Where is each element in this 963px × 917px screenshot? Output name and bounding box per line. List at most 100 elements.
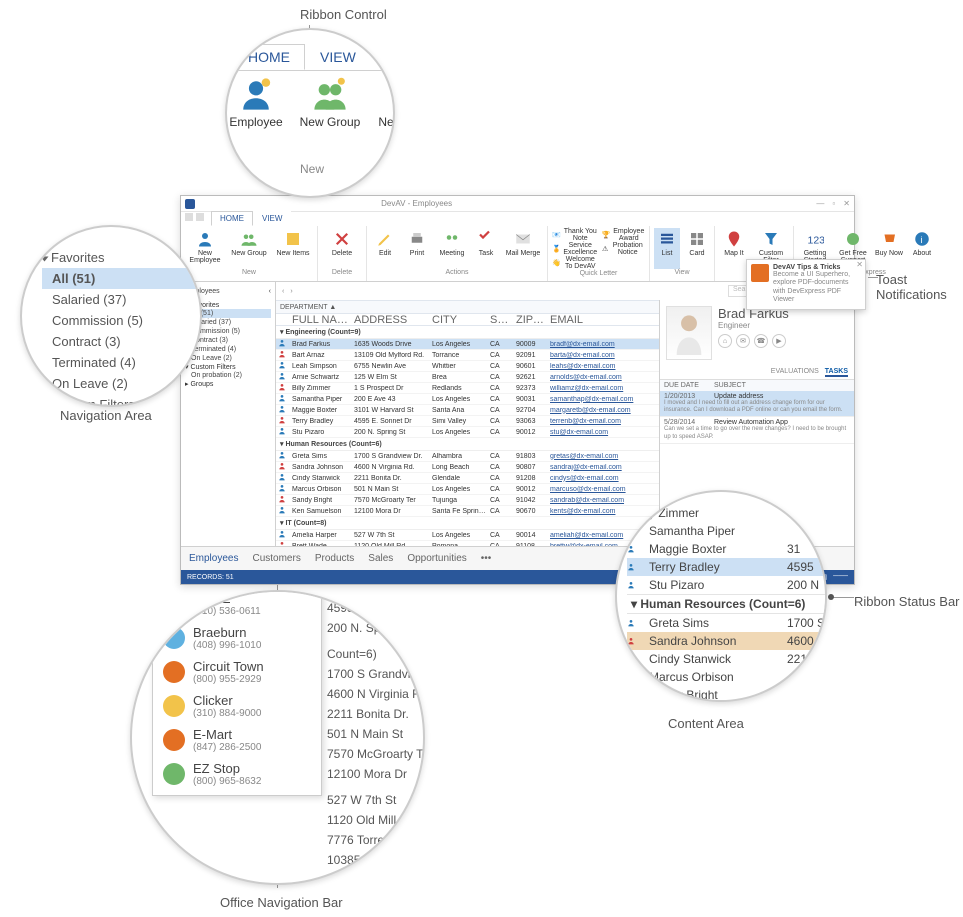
table-row[interactable]: Marcus Orbison bbox=[627, 668, 827, 686]
table-row[interactable]: Maggie Boxter3101 W Harvard StSanta AnaC… bbox=[276, 405, 659, 416]
task-row[interactable]: 1/20/2013Update addressI moved and I nee… bbox=[660, 391, 854, 417]
grid-group[interactable]: ▾ Human Resources (Count=6) bbox=[276, 438, 659, 451]
ql-welcome[interactable]: 👋Welcome To DevAV bbox=[552, 256, 598, 270]
nav-item[interactable]: All (51) bbox=[191, 309, 271, 318]
about-button[interactable]: iAbout bbox=[908, 228, 936, 269]
table-row[interactable]: y Zimmer bbox=[627, 504, 827, 522]
footnav-more[interactable]: ••• bbox=[481, 553, 492, 564]
toast-notification[interactable]: ✕ DevAV Tips & Tricks Become a UI Superh… bbox=[746, 259, 866, 310]
grid-group[interactable]: ▾ Human Resources (Count=6) bbox=[627, 594, 827, 614]
nav-item[interactable]: Commission (5) bbox=[42, 310, 202, 331]
table-row[interactable]: Ken Samuelson12100 Mora DrSanta Fe Sprin… bbox=[276, 506, 659, 517]
table-row[interactable]: Cindy Stanwick221 bbox=[627, 650, 827, 668]
qat-icon[interactable] bbox=[196, 213, 204, 221]
footnav-opportunities[interactable]: Opportunities bbox=[407, 553, 466, 564]
fwd-icon[interactable]: › bbox=[290, 288, 292, 295]
table-row[interactable]: Samantha Piper bbox=[627, 522, 827, 540]
table-row[interactable]: Terry Bradley4595 E. Sonnet DrSimi Valle… bbox=[276, 416, 659, 427]
table-row[interactable]: Stu Pizaro200 N bbox=[627, 576, 827, 594]
mag-new-group[interactable]: New Group bbox=[297, 77, 363, 160]
nav-item[interactable]: Salaried (37) bbox=[191, 318, 271, 327]
new-group-button[interactable]: New Group bbox=[229, 228, 269, 269]
footnav-customers[interactable]: Customers bbox=[252, 553, 300, 564]
phone-icon[interactable]: ☎ bbox=[754, 334, 768, 348]
grid-group[interactable]: ▾ IT (Count=8) bbox=[276, 517, 659, 530]
grid-body[interactable]: ▾ Engineering (Count=9)Brad Farkus1635 W… bbox=[276, 326, 659, 546]
table-row[interactable]: Terry Bradley4595 bbox=[627, 558, 827, 576]
customer-item[interactable]: Circuit Town(800) 955-2929 bbox=[153, 655, 321, 689]
customer-item[interactable]: ACME(310) 536-0611 bbox=[153, 590, 321, 621]
nav-item[interactable]: Contract (3) bbox=[42, 331, 202, 352]
ql-award[interactable]: 🏆Employee Award bbox=[602, 228, 645, 242]
table-row[interactable]: Sandy Bright7570 McGroarty TerTujungaCA9… bbox=[276, 495, 659, 506]
nav-item[interactable]: On Leave (2) bbox=[42, 373, 202, 394]
nav-item[interactable]: Terminated (4) bbox=[42, 352, 202, 373]
footnav-employees[interactable]: Employees bbox=[189, 553, 238, 564]
table-row[interactable]: Sandra Johnson4600 N Virginia Rd.Long Be… bbox=[276, 462, 659, 473]
table-row[interactable]: Greta Sims1700 S Grandview Dr.AlhambraCA… bbox=[276, 451, 659, 462]
ribbon-tab-view[interactable]: VIEW bbox=[253, 211, 291, 226]
table-row[interactable]: Stu Pizaro200 N. Spring StLos AngelesCA9… bbox=[276, 427, 659, 438]
table-row[interactable]: Sandra Johnson4600 bbox=[627, 632, 827, 650]
minimize-icon[interactable]: — bbox=[816, 199, 824, 208]
back-icon[interactable]: ‹ bbox=[282, 288, 284, 295]
table-row[interactable]: Brett Wade1120 Old Mill Rd.PomonaCA91108… bbox=[276, 541, 659, 546]
close-icon[interactable]: ✕ bbox=[843, 199, 850, 208]
mail-icon[interactable]: ✉ bbox=[736, 334, 750, 348]
nav-item[interactable]: Commission (5) bbox=[191, 327, 271, 336]
print-button[interactable]: Print bbox=[403, 228, 431, 269]
delete-button[interactable]: Delete bbox=[322, 228, 362, 269]
ql-probation[interactable]: ⚠Probation Notice bbox=[602, 242, 645, 256]
ribbon-tab-home[interactable]: HOME bbox=[211, 211, 253, 226]
nav-item[interactable]: Contract (3) bbox=[191, 336, 271, 345]
grid-group[interactable]: ▾ Engineering (Count=9) bbox=[276, 326, 659, 339]
table-row[interactable]: Arnie Schwartz125 W Elm StBreaCA92621arn… bbox=[276, 372, 659, 383]
maximize-icon[interactable]: ▫ bbox=[832, 199, 835, 208]
nav-item[interactable]: All (51) bbox=[42, 268, 202, 289]
home-icon[interactable]: ⌂ bbox=[718, 334, 732, 348]
tab-evaluations[interactable]: EVALUATIONS bbox=[771, 368, 819, 377]
table-row[interactable]: Amelia Harper527 W 7th StLos AngelesCA90… bbox=[276, 530, 659, 541]
table-row[interactable]: Cindy Stanwick2211 Bonita Dr.GlendaleCA9… bbox=[276, 473, 659, 484]
status-zoom[interactable]: ─── bbox=[833, 573, 848, 581]
customer-item[interactable]: Clicker(310) 884-9000 bbox=[153, 689, 321, 723]
mag-tab-view[interactable]: VIEW bbox=[305, 44, 371, 70]
nav-item[interactable]: Terminated (4) bbox=[191, 345, 271, 354]
nav-item[interactable]: On Leave (2) bbox=[191, 354, 271, 363]
task-button[interactable]: Task bbox=[473, 228, 499, 269]
table-row[interactable]: Maggie Boxter31 bbox=[627, 540, 827, 558]
buy-button[interactable]: Buy Now bbox=[874, 228, 904, 269]
edit-button[interactable]: Edit bbox=[371, 228, 399, 269]
table-row[interactable]: Samantha Piper200 E Ave 43Los AngelesCA9… bbox=[276, 394, 659, 405]
nav-item[interactable]: On probation (2) bbox=[191, 371, 271, 380]
table-row[interactable]: Greta Sims1700 S bbox=[627, 614, 827, 632]
tab-tasks[interactable]: TASKS bbox=[825, 368, 848, 377]
nav-item[interactable]: Salaried (37) bbox=[42, 289, 202, 310]
video-icon[interactable]: ▶ bbox=[772, 334, 786, 348]
footnav-sales[interactable]: Sales bbox=[368, 553, 393, 564]
collapse-icon[interactable]: ‹ bbox=[269, 288, 271, 295]
view-card-button[interactable]: Card bbox=[684, 228, 710, 269]
table-row[interactable]: Billy Zimmer1 S Prospect DrRedlandsCA923… bbox=[276, 383, 659, 394]
mag-new-partial[interactable]: Ne bbox=[371, 77, 395, 160]
table-row[interactable]: Sandy Bright bbox=[627, 686, 827, 702]
footnav-products[interactable]: Products bbox=[315, 553, 354, 564]
mag-new-employee[interactable]: Employee bbox=[225, 77, 289, 160]
ql-thank-you[interactable]: 📧Thank You Note bbox=[552, 228, 598, 242]
table-row[interactable]: Bart Arnaz13109 Old Mylford Rd.TorranceC… bbox=[276, 350, 659, 361]
customer-item[interactable]: EZ Stop(800) 965-8632 bbox=[153, 757, 321, 791]
mag-tab-home[interactable]: HOME bbox=[233, 44, 305, 70]
dept-group-header[interactable]: DEPARTMENT ▲ bbox=[280, 304, 336, 311]
task-row[interactable]: 5/28/2014Review Automation AppCan we set… bbox=[660, 417, 854, 443]
customer-item[interactable]: E-Mart(847) 286-2500 bbox=[153, 723, 321, 757]
table-row[interactable]: Leah Simpson6755 Newlin AveWhittierCA906… bbox=[276, 361, 659, 372]
mapit-button[interactable]: Map It bbox=[719, 228, 749, 269]
qat-icon[interactable] bbox=[185, 213, 193, 221]
new-items-button[interactable]: New Items bbox=[273, 228, 313, 269]
table-row[interactable]: Brad Farkus1635 Woods DriveLos AngelesCA… bbox=[276, 339, 659, 350]
table-row[interactable]: Marcus Orbison501 N Main StLos AngelesCA… bbox=[276, 484, 659, 495]
mailmerge-button[interactable]: Mail Merge bbox=[503, 228, 543, 269]
customer-item[interactable]: Braeburn(408) 996-1010 bbox=[153, 621, 321, 655]
toast-close-icon[interactable]: ✕ bbox=[856, 260, 863, 269]
view-list-button[interactable]: List bbox=[654, 228, 680, 269]
